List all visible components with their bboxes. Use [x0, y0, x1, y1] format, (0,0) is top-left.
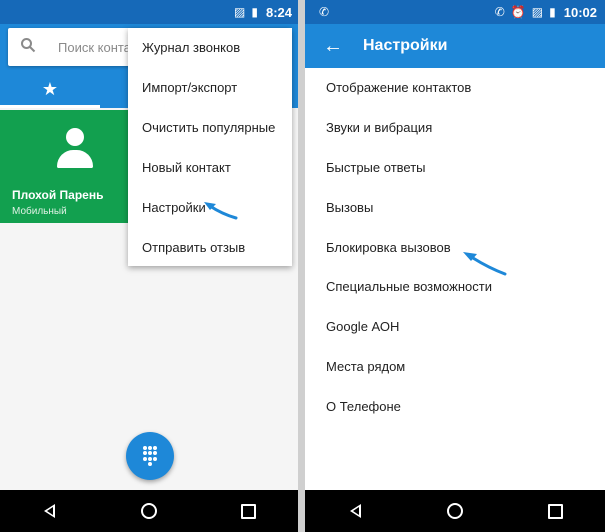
- nav-bar: [0, 490, 298, 532]
- menu-item-call-log[interactable]: Журнал звонков: [142, 40, 240, 55]
- settings-item-accessibility[interactable]: Специальные возможности: [326, 279, 492, 294]
- star-icon: ★: [41, 78, 59, 99]
- nav-bar: [305, 490, 605, 532]
- recents-icon: [240, 503, 256, 519]
- pointer-arrow-icon: [463, 252, 507, 276]
- dialpad-icon: [143, 446, 157, 466]
- right-screen: ✆ ✆ ⏰ ▨ ▮ 10:02 ← Настройки Отображение …: [305, 0, 605, 532]
- home-icon: [140, 503, 157, 519]
- wifi-calling-icon: ✆: [494, 5, 505, 19]
- menu-item-clear-frequents[interactable]: Очистить популярные: [142, 120, 275, 135]
- overflow-menu: Журнал звонков Импорт/экспорт Очистить п…: [128, 28, 292, 266]
- dialpad-button[interactable]: [126, 432, 174, 480]
- back-icon: [44, 504, 56, 518]
- menu-item-import-export[interactable]: Импорт/экспорт: [142, 80, 237, 95]
- pointer-arrow-icon: [204, 202, 238, 220]
- no-sim-icon: ▨: [234, 5, 246, 19]
- home-button[interactable]: [129, 496, 169, 526]
- settings-item-display[interactable]: Отображение контактов: [326, 80, 471, 95]
- menu-item-send-feedback[interactable]: Отправить отзыв: [142, 240, 245, 255]
- status-bar: ✆ ✆ ⏰ ▨ ▮ 10:02: [305, 0, 605, 24]
- status-time: 10:02: [563, 4, 597, 20]
- home-icon: [447, 503, 463, 519]
- status-bar: ▨ ▮ 8:24: [0, 0, 298, 24]
- phone-call-icon: ✆: [319, 5, 330, 19]
- avatar: [55, 128, 95, 172]
- settings-item-quick-responses[interactable]: Быстрые ответы: [326, 160, 426, 175]
- contact-name: Плохой Парень: [12, 188, 104, 202]
- page-title: Настройки: [363, 37, 448, 54]
- recents-icon: [547, 503, 563, 519]
- battery-icon: ▮: [251, 5, 258, 19]
- back-button[interactable]: [335, 496, 375, 526]
- recents-button[interactable]: [228, 496, 268, 526]
- recents-button[interactable]: [535, 496, 575, 526]
- settings-item-caller-id[interactable]: Google АОН: [326, 319, 399, 334]
- left-screen: ▨ ▮ 8:24 Поиск конта ★ Плохой Парень Моб…: [0, 0, 298, 532]
- back-arrow-icon[interactable]: ←: [311, 35, 355, 58]
- settings-item-sounds[interactable]: Звуки и вибрация: [326, 120, 432, 135]
- tab-favorites[interactable]: ★: [0, 70, 100, 108]
- settings-item-about-phone[interactable]: О Телефоне: [326, 399, 401, 414]
- search-input[interactable]: Поиск конта: [58, 40, 131, 55]
- no-sim-icon: ▨: [531, 5, 544, 19]
- back-icon: [349, 504, 361, 518]
- status-time: 8:24: [265, 4, 292, 20]
- menu-item-new-contact[interactable]: Новый контакт: [142, 160, 231, 175]
- settings-item-call-blocking[interactable]: Блокировка вызовов: [326, 240, 451, 255]
- app-bar: ← Настройки: [305, 24, 605, 68]
- search-icon: [8, 37, 48, 58]
- home-button[interactable]: [435, 496, 475, 526]
- contact-phone-type: Мобильный: [12, 206, 67, 217]
- alarm-icon: ⏰: [510, 5, 526, 19]
- settings-item-nearby-places[interactable]: Места рядом: [326, 359, 405, 374]
- settings-item-calls[interactable]: Вызовы: [326, 200, 373, 215]
- battery-icon: ▮: [549, 5, 556, 19]
- back-button[interactable]: [30, 496, 70, 526]
